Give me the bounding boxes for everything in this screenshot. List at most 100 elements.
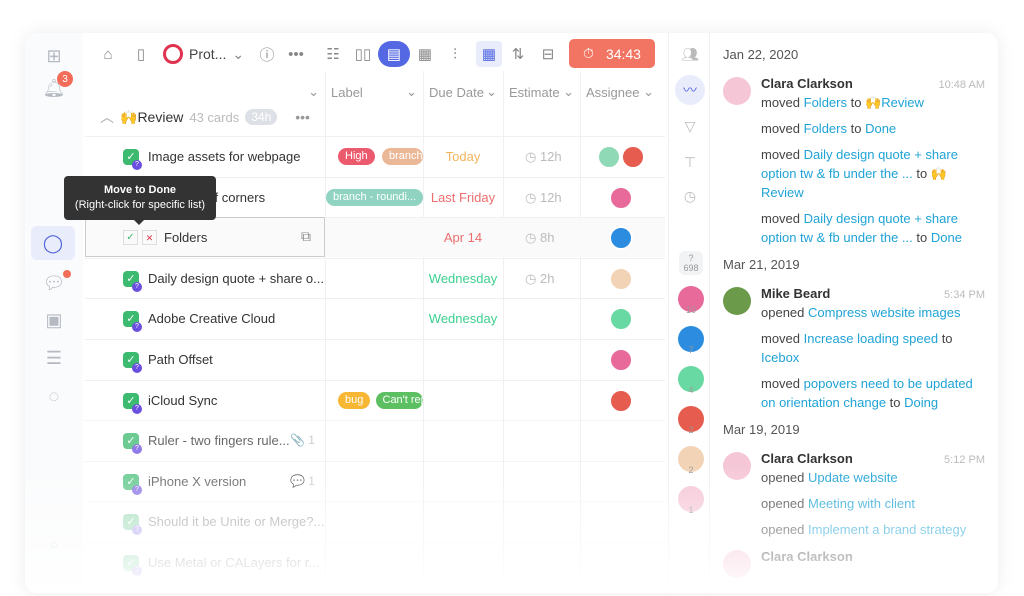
action-text: moved bbox=[761, 376, 804, 391]
column-header-estimate[interactable]: Estimate ⌄ bbox=[503, 81, 580, 103]
due-date[interactable]: Last Friday bbox=[423, 190, 503, 205]
task-title[interactable]: Should it be Unite or Merge?... bbox=[148, 514, 324, 529]
table-row[interactable]: ✓? Adobe Creative Cloud Wednesday bbox=[85, 298, 665, 338]
column-header-assignee[interactable]: Assignee ⌄ bbox=[580, 81, 660, 103]
action-text: to bbox=[912, 166, 931, 181]
label-tag[interactable]: bug bbox=[338, 391, 371, 409]
collapse-icon[interactable]: ︿ bbox=[100, 107, 114, 127]
task-link[interactable]: Meeting with client bbox=[808, 496, 915, 511]
table-row[interactable]: ✓? iPhone X version 💬 1 bbox=[85, 460, 665, 501]
estimate[interactable]: ◷ 12h bbox=[525, 149, 562, 165]
avatar[interactable] bbox=[621, 145, 645, 169]
reports-icon[interactable]: ◌ bbox=[39, 381, 69, 411]
stopwatch-icon: ⏱ bbox=[583, 45, 594, 61]
list-view-icon[interactable]: ☷ bbox=[320, 41, 346, 67]
members-icon[interactable]: 👥︎ bbox=[679, 43, 701, 65]
label-tag[interactable]: High bbox=[338, 148, 375, 165]
unassigned-count[interactable]: ? 698 bbox=[679, 251, 703, 275]
board-view-icon[interactable]: ▯▯ bbox=[350, 41, 376, 67]
table-row[interactable]: ✓? Image assets for webpage High branch Toda… bbox=[85, 136, 665, 176]
search-icon[interactable]: ⌕ bbox=[39, 529, 69, 559]
avatar[interactable] bbox=[609, 226, 633, 251]
task-title[interactable]: Use Metal or CALayers for r... bbox=[148, 555, 319, 570]
task-link[interactable]: Icebox bbox=[761, 350, 799, 365]
info-icon[interactable]: ⓘ bbox=[254, 41, 280, 67]
task-title[interactable]: iPhone X version bbox=[148, 474, 246, 489]
group-icon[interactable]: ⊟ bbox=[535, 41, 561, 67]
task-link[interactable]: Update website bbox=[808, 470, 898, 485]
task-link[interactable]: Compress website images bbox=[808, 305, 960, 320]
project-selector[interactable]: Prot... ⌄ bbox=[163, 41, 244, 67]
table-row[interactable]: ✓? Ruler - two fingers rule... 📎 1 bbox=[85, 420, 665, 460]
table-row[interactable]: ✓? Daily design quote + share o... Wednesd… bbox=[85, 257, 665, 298]
due-date[interactable]: Apr 14 bbox=[423, 230, 503, 245]
table-view-icon[interactable]: ▤ bbox=[378, 41, 410, 67]
label-tag[interactable]: branch bbox=[382, 148, 423, 165]
avatar[interactable] bbox=[609, 307, 633, 332]
task-title[interactable]: Image assets for webpage bbox=[148, 149, 300, 164]
label-tag[interactable]: Can't rep bbox=[375, 391, 423, 409]
task-link[interactable]: Doing bbox=[904, 395, 938, 410]
group-more-icon[interactable]: ••• bbox=[295, 109, 310, 125]
due-date[interactable]: Wednesday bbox=[423, 271, 503, 286]
new-item-icon[interactable]: ⊞ bbox=[39, 41, 69, 71]
status-icon: ? bbox=[132, 281, 142, 292]
timer-icon[interactable]: ◷ bbox=[679, 185, 701, 207]
estimate[interactable]: ◷ 2h bbox=[525, 271, 554, 287]
calendar-view-icon[interactable]: ▦ bbox=[412, 41, 438, 67]
task-title[interactable]: Adobe Creative Cloud bbox=[148, 311, 275, 326]
task-link[interactable]: Folders bbox=[804, 95, 847, 110]
task-link[interactable]: Folders bbox=[804, 121, 847, 136]
calendar-icon[interactable]: ▣ bbox=[39, 305, 69, 335]
activity-entry: Clara Clarkson bbox=[723, 547, 985, 578]
card-fields-icon[interactable]: ▦ bbox=[476, 41, 502, 67]
home-icon[interactable]: ⌂ bbox=[95, 41, 121, 67]
more-icon[interactable]: ••• bbox=[283, 41, 309, 67]
estimate[interactable]: ◷ 12h bbox=[525, 190, 562, 206]
task-link[interactable]: 🙌Review bbox=[865, 95, 924, 110]
table-row[interactable]: ✓? Should it be Unite or Merge?... bbox=[85, 501, 665, 541]
table-row[interactable]: ✓? Use Metal or CALayers for r... bbox=[85, 542, 665, 582]
group-header[interactable]: ︿ 🙌Review 43 cards 34h ••• bbox=[100, 105, 310, 129]
column-chevron-icon[interactable]: ⌄ bbox=[295, 81, 325, 103]
user-name[interactable]: Clara Clarkson bbox=[761, 547, 985, 566]
task-title[interactable]: iCloud Sync bbox=[148, 393, 217, 408]
left-rail: ⊞ 🔔︎ 3 ◯ 💬︎ ▣ ☰ ◌ ⌕ bbox=[25, 33, 83, 593]
task-link[interactable]: Increase loading speed bbox=[804, 331, 938, 346]
due-date[interactable]: Today bbox=[423, 149, 503, 164]
task-title[interactable]: Ruler - two fingers rule... bbox=[148, 433, 290, 448]
signpost-icon[interactable]: ⊤ bbox=[679, 151, 701, 173]
timeline-icon[interactable]: ☰ bbox=[39, 343, 69, 373]
activity-icon[interactable]: 〰 bbox=[675, 75, 705, 105]
timer-value: 34:43 bbox=[605, 45, 641, 62]
table-row[interactable]: ✓? iCloud Sync bug Can't rep bbox=[85, 379, 665, 420]
avatar[interactable] bbox=[723, 287, 751, 315]
column-header-label[interactable]: Label ⌄ bbox=[325, 81, 423, 103]
timeline-view-icon[interactable]: ⫶ bbox=[442, 41, 468, 67]
member-count: 4 bbox=[688, 385, 694, 395]
task-title[interactable]: Daily design quote + share o... bbox=[148, 271, 324, 286]
avatar[interactable] bbox=[609, 388, 633, 413]
task-link[interactable]: Implement a brand strategy bbox=[808, 522, 966, 537]
task-title[interactable]: Path Offset bbox=[148, 352, 213, 367]
avatar[interactable] bbox=[609, 185, 633, 210]
avatar[interactable] bbox=[723, 452, 751, 480]
task-link[interactable]: Done bbox=[865, 121, 896, 136]
avatar[interactable] bbox=[597, 145, 621, 169]
avatar[interactable] bbox=[609, 266, 633, 291]
avatar[interactable] bbox=[609, 348, 633, 372]
tasks-icon[interactable]: ◯ bbox=[31, 226, 75, 260]
avatar[interactable] bbox=[723, 550, 751, 578]
timer-button[interactable]: ⏱ 34:43 bbox=[569, 39, 655, 68]
label-tag[interactable]: branch - roundi... bbox=[326, 188, 423, 206]
due-date[interactable]: Wednesday bbox=[423, 311, 503, 326]
task-link[interactable]: Done bbox=[931, 230, 962, 245]
filter-icon[interactable]: ▽ bbox=[679, 115, 701, 137]
estimate[interactable]: ◷ 8h bbox=[525, 230, 554, 246]
table-row[interactable]: ✓? Path Offset bbox=[85, 339, 665, 379]
sort-icon[interactable]: ⇅ bbox=[505, 41, 531, 67]
status-icon: ? bbox=[132, 322, 142, 333]
column-header-due-date[interactable]: Due Date ⌄ bbox=[423, 81, 503, 103]
sidebar-toggle-icon[interactable]: ▯ bbox=[128, 41, 154, 67]
avatar[interactable] bbox=[723, 77, 751, 105]
